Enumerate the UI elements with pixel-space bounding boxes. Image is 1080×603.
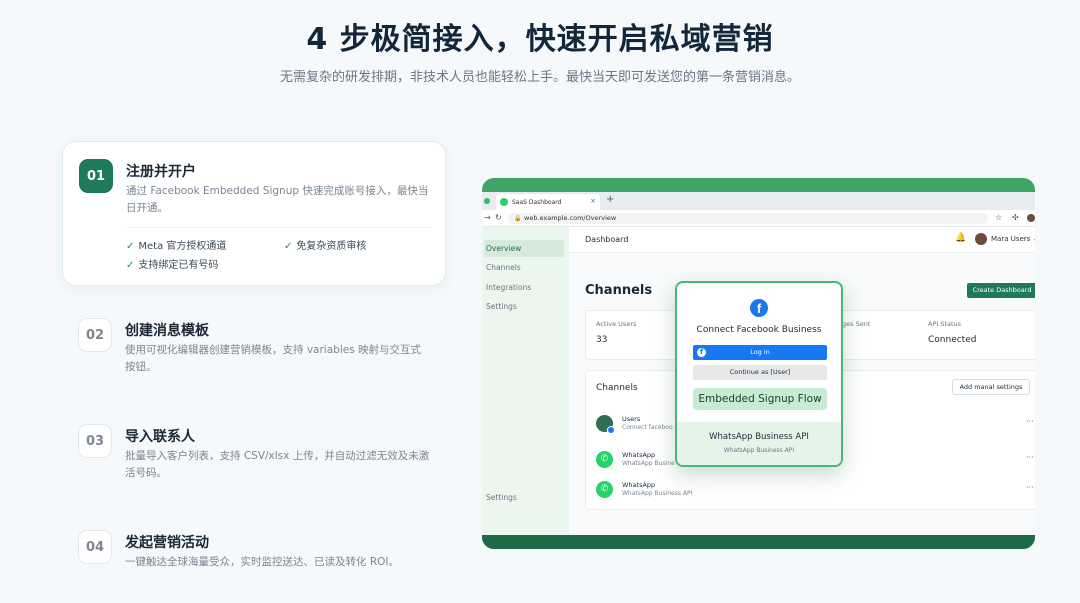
step-2-description: 使用可视化编辑器创建营销模板，支持 variables 映射与交互式按钮。 <box>125 344 422 373</box>
screenshot-bottom-bar <box>482 535 1035 549</box>
app-header: Dashboard 🔔 Mara Users ⌄ <box>569 227 1035 253</box>
stat-value: 33 <box>596 335 608 345</box>
star-icon[interactable]: ☆ <box>995 213 1002 222</box>
step-3[interactable]: 03 导入联系人 批量导入客户列表，支持 CSV/xlsx 上传，并自动过滤无效… <box>62 423 446 483</box>
channel-name: WhatsApp <box>622 451 656 459</box>
user-menu[interactable]: Mara Users ⌄ <box>991 235 1035 243</box>
users-icon <box>596 415 615 434</box>
create-dashboard-button[interactable]: Create Dashboard <box>967 283 1035 298</box>
step-4-description: 一键触达全球海量受众，实时监控送达、已读及转化 ROI。 <box>125 556 399 568</box>
check-icon: ✓ <box>126 260 135 271</box>
step-2-title: 创建消息模板 <box>125 323 209 339</box>
facebook-connect-modal: f Connect Facebook Business f Log in Con… <box>675 281 843 467</box>
modal-footer-title: WhatsApp Business API <box>709 432 809 442</box>
add-manual-settings-button[interactable]: Add manal settings <box>952 379 1030 395</box>
step-3-description: 批量导入客户列表，支持 CSV/xlsx 上传，并自动过滤无效及未激活号码。 <box>125 450 430 479</box>
modal-footer: WhatsApp Business API WhatsApp Business … <box>677 422 841 465</box>
list-item[interactable]: ✆ WhatsApp WhatsApp Business API ··· <box>596 481 1035 503</box>
app-sidebar: Overview Channels Integrations Settings … <box>482 227 569 535</box>
hero-title: 4 步极简接入，快速开启私域营销 <box>306 22 774 57</box>
check-icon: ✓ <box>126 241 135 252</box>
facebook-icon: f <box>750 299 768 317</box>
step-1-card[interactable]: 01 注册并开户 通过 Facebook Embedded Signup 快速完… <box>62 141 446 286</box>
new-tab-icon[interactable]: + <box>606 194 614 205</box>
tab-title: SaaS Dashboard <box>512 198 562 206</box>
bell-icon[interactable]: 🔔 <box>955 233 966 243</box>
step-4-number: 04 <box>78 530 112 564</box>
forward-icon[interactable]: → <box>484 213 491 222</box>
stat-label: API Status <box>928 320 962 328</box>
modal-footer-subtitle: WhatsApp Business API <box>723 447 795 454</box>
step-1-divider <box>126 227 431 228</box>
continue-as-user-button[interactable]: Continue as [User] <box>693 365 827 380</box>
step-1-number: 01 <box>79 159 113 193</box>
whatsapp-icon: ✆ <box>596 451 613 468</box>
stat-label: Active Users <box>596 320 637 328</box>
url-text: web.example.com/Overview <box>524 214 617 222</box>
modal-title: Connect Facebook Business <box>696 325 822 335</box>
extension-icon[interactable]: ✣ <box>1012 213 1019 222</box>
facebook-login-button[interactable]: f Log in <box>693 345 827 360</box>
channel-name: Users <box>622 415 641 423</box>
channel-name: WhatsApp <box>622 481 656 489</box>
header-title: Dashboard <box>585 235 629 244</box>
browser-tabbar: SaaS Dashboard × + <box>482 192 1035 210</box>
channel-sub: WhatsApp Busine <box>622 460 675 467</box>
whatsapp-favicon-icon <box>500 198 508 206</box>
step-1-feature: ✓ Meta 官方授权通道 <box>126 241 227 252</box>
more-icon[interactable]: ··· <box>1026 483 1034 492</box>
step-3-number: 03 <box>78 424 112 458</box>
profile-icon[interactable] <box>1027 214 1035 222</box>
step-2-number: 02 <box>78 318 112 352</box>
check-icon: ✓ <box>284 241 293 252</box>
step-4[interactable]: 04 发起营销活动 一键触达全球海量受众，实时监控送达、已读及转化 ROI。 <box>62 529 446 579</box>
more-icon[interactable]: ··· <box>1026 417 1034 426</box>
window-dot-icon <box>484 198 490 204</box>
channel-sub: WhatsApp Business API <box>622 490 693 497</box>
browser-tab[interactable]: SaaS Dashboard × <box>496 194 600 210</box>
whatsapp-icon: ✆ <box>596 481 613 498</box>
sidebar-item-settings[interactable]: Settings <box>484 298 564 315</box>
facebook-icon: f <box>697 348 706 357</box>
sidebar-item-channels[interactable]: Channels <box>484 259 564 276</box>
stat-value: Connected <box>928 335 977 345</box>
channel-sub: Connect faceboo <box>622 424 673 431</box>
reload-icon[interactable]: ↻ <box>495 213 502 222</box>
step-1-description: 通过 Facebook Embedded Signup 快速完成账号接入，最快当… <box>126 185 429 214</box>
stat-label: ges Sent <box>842 320 871 328</box>
channels-card-title: Channels <box>596 383 638 393</box>
lock-icon: 🔒 <box>514 215 522 222</box>
step-4-title: 发起营销活动 <box>125 535 209 551</box>
chevron-down-icon: ⌄ <box>1033 235 1035 243</box>
step-3-title: 导入联系人 <box>125 429 195 445</box>
sidebar-item-integrations[interactable]: Integrations <box>484 279 564 296</box>
step-1-feature: ✓ 免复杂资质审核 <box>284 241 367 252</box>
more-icon[interactable]: ··· <box>1026 453 1034 462</box>
embedded-signup-flow-label: Embedded Signup Flow <box>693 388 827 410</box>
step-1-title: 注册并开户 <box>126 164 196 180</box>
sidebar-item-settings-bottom[interactable]: Settings <box>484 489 564 506</box>
url-input[interactable]: 🔒 web.example.com/Overview <box>508 213 988 224</box>
close-icon[interactable]: × <box>590 197 596 205</box>
sidebar-item-overview[interactable]: Overview <box>484 240 564 257</box>
hero-subtitle: 无需复杂的研发排期，非技术人员也能轻松上手。最快当天即可发送您的第一条营销消息。 <box>279 70 800 85</box>
avatar[interactable] <box>975 233 987 245</box>
page-title: Channels <box>585 283 653 298</box>
step-2[interactable]: 02 创建消息模板 使用可视化编辑器创建营销模板，支持 variables 映射… <box>62 317 446 377</box>
address-bar: → ↻ 🔒 web.example.com/Overview ☆ ✣ <box>482 210 1035 227</box>
facebook-badge-icon <box>607 426 615 434</box>
step-1-feature: ✓ 支持绑定已有号码 <box>126 260 219 271</box>
